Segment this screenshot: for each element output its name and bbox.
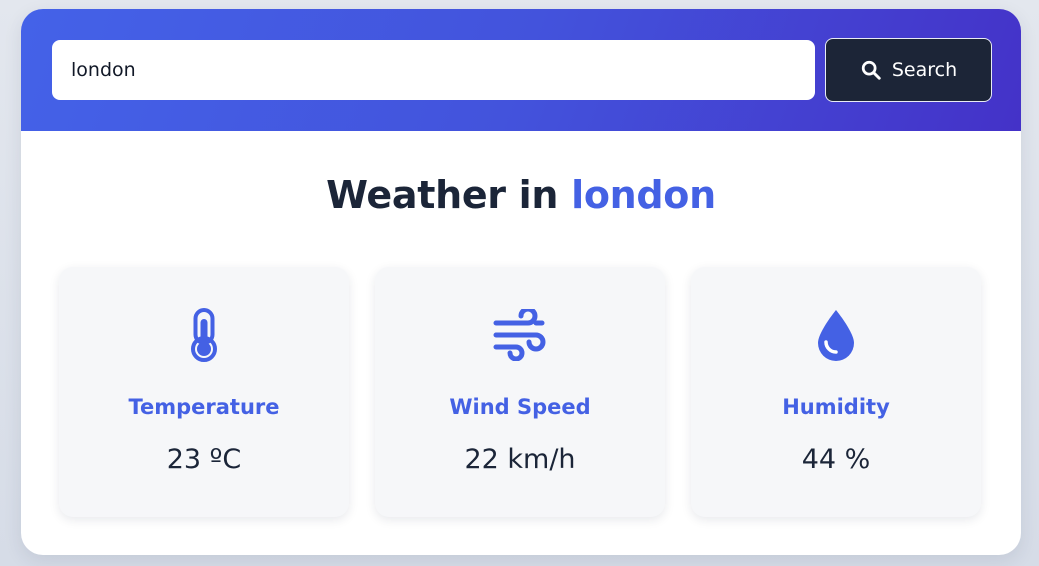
wind-speed-card: Wind Speed 22 km/h bbox=[375, 267, 665, 517]
wind-icon bbox=[375, 305, 665, 365]
title-prefix: Weather in bbox=[326, 173, 572, 217]
search-button[interactable]: Search bbox=[825, 38, 992, 102]
title-city: london bbox=[571, 173, 716, 217]
humidity-card: Humidity 44 % bbox=[691, 267, 981, 517]
temperature-label: Temperature bbox=[128, 395, 280, 419]
humidity-value: 44 % bbox=[801, 444, 871, 475]
search-icon bbox=[860, 59, 882, 81]
weather-card: Search Weather in london Temperature 23 … bbox=[21, 9, 1021, 555]
search-input[interactable] bbox=[52, 40, 815, 100]
wind-speed-value: 22 km/h bbox=[464, 444, 576, 475]
thermometer-icon bbox=[59, 305, 349, 365]
wind-speed-label: Wind Speed bbox=[449, 395, 591, 419]
temperature-value: 23 ºC bbox=[166, 444, 242, 475]
search-header: Search bbox=[21, 9, 1021, 131]
humidity-label: Humidity bbox=[782, 395, 890, 419]
temperature-card: Temperature 23 ºC bbox=[59, 267, 349, 517]
page-title: Weather in london bbox=[21, 173, 1021, 217]
water-drop-icon bbox=[691, 305, 981, 365]
stats-row: Temperature 23 ºC Wind Speed 22 km/h Hum… bbox=[59, 267, 983, 517]
search-button-label: Search bbox=[891, 59, 958, 81]
